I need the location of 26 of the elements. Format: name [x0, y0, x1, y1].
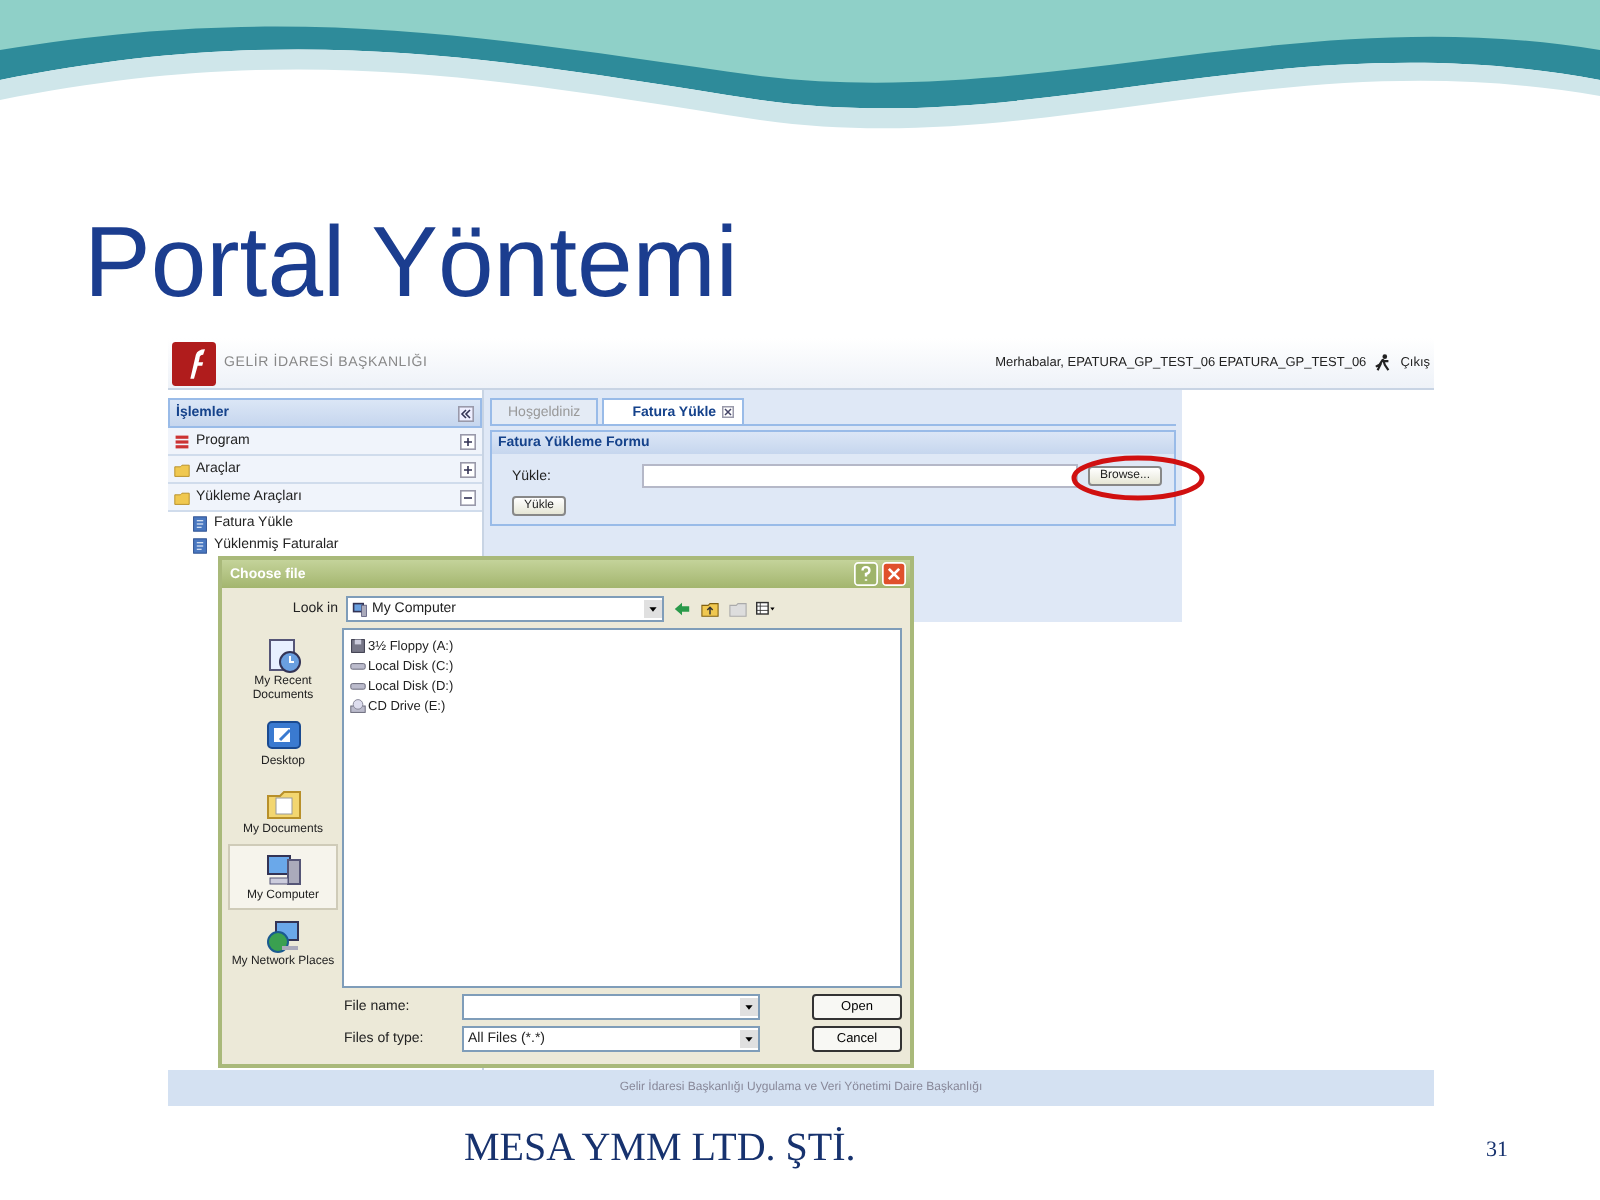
slide-title: Portal Yöntemi [84, 204, 741, 320]
computer-icon [352, 601, 368, 617]
document-icon [192, 537, 208, 553]
page-number: 31 [1486, 1137, 1508, 1161]
logo-icon [172, 341, 216, 385]
clock-document-icon [263, 636, 303, 676]
close-icon[interactable] [722, 406, 735, 418]
plus-icon [460, 461, 476, 477]
stack-icon [174, 433, 190, 449]
document-icon [192, 515, 208, 531]
running-person-icon [1374, 354, 1393, 372]
computer-icon [263, 849, 303, 890]
minus-icon [460, 489, 476, 505]
highlight-ellipse [1067, 452, 1208, 504]
view-menu-icon[interactable] [756, 600, 776, 618]
file-path-field[interactable] [642, 464, 1078, 488]
plus-icon [460, 433, 476, 449]
file-name-field[interactable] [462, 994, 760, 1020]
back-arrow-icon[interactable] [672, 600, 692, 618]
help-icon[interactable] [854, 562, 878, 586]
collapse-icon[interactable] [458, 405, 474, 421]
up-folder-icon[interactable] [700, 600, 720, 618]
company-name: MESA YMM LTD. ŞTİ. [464, 1126, 856, 1172]
globe-computer-icon [263, 915, 303, 956]
cd-drive-icon [350, 698, 366, 714]
floppy-drive-icon [350, 638, 366, 654]
